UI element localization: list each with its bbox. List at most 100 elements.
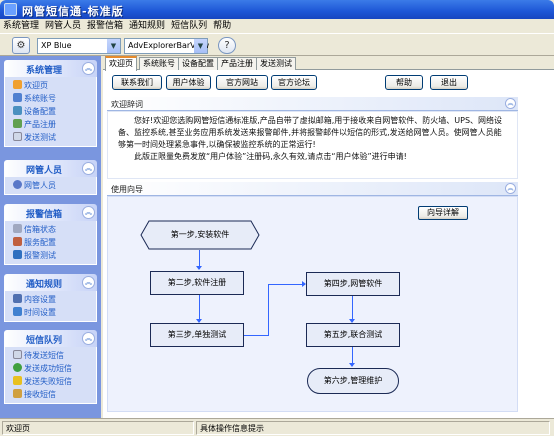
flow-step-5: 第五步,联合测试 (306, 323, 400, 347)
content-icon (13, 294, 22, 303)
flow-connector (244, 335, 268, 336)
sidebar-item-failed[interactable]: 发送失败短信 (5, 375, 96, 388)
chevron-down-icon: ▼ (194, 39, 207, 53)
send-icon (13, 132, 22, 141)
menu-notify-rules[interactable]: 通知规则 (126, 19, 168, 33)
tab-device[interactable]: 设备配置 (178, 57, 218, 70)
flow-step-3: 第三步,单独测试 (150, 323, 244, 347)
status-right: 具体操作信息提示 (196, 421, 550, 435)
flow-connector (268, 284, 269, 336)
sidebar-item-content[interactable]: 内容设置 (5, 293, 96, 306)
sidebar-item-register[interactable]: 产品注册 (5, 118, 96, 131)
status-left: 欢迎页 (2, 421, 194, 435)
tab-register[interactable]: 产品注册 (217, 57, 257, 70)
panel-notify: 通知规则 ︽ 内容设置 时间设置 (4, 274, 97, 322)
collapse-icon[interactable]: ︽ (82, 62, 95, 75)
forum-button[interactable]: 官方论坛 (271, 75, 317, 90)
panel-title: 报警信箱 (25, 210, 62, 220)
pending-icon (13, 350, 22, 359)
sidebar-item-account[interactable]: 系统账号 (5, 92, 96, 105)
menu-staff[interactable]: 网管人员 (42, 19, 84, 33)
theme-select-value: XP Blue (41, 41, 72, 50)
guide-title: 使用向导 (111, 185, 143, 194)
user-icon (13, 180, 22, 189)
account-icon (13, 93, 22, 102)
panel-title: 网管人员 (25, 166, 62, 176)
success-icon (13, 363, 22, 372)
flow-step-2: 第二步,软件注册 (150, 271, 244, 295)
collapse-icon[interactable]: ︽ (505, 98, 516, 109)
tab-account[interactable]: 系统账号 (139, 57, 179, 70)
flow-connector (199, 295, 200, 322)
toolbar: ⚙ XP Blue ▼ AdvExplorerBarView ▼ ? (0, 33, 554, 56)
panel-alarm: 报警信箱 ︽ 信箱状态 服务配置 报警测试 (4, 204, 97, 265)
theme-select[interactable]: XP Blue ▼ (37, 38, 121, 54)
menu-help[interactable]: 帮助 (210, 19, 234, 33)
sidebar-item-mailbox-status[interactable]: 信箱状态 (5, 223, 96, 236)
app-icon (4, 3, 17, 16)
arrow-down-icon (349, 363, 355, 367)
panel-title: 通知规则 (25, 280, 62, 290)
panel-header[interactable]: 网管人员 ︽ (4, 160, 97, 177)
collapse-icon[interactable]: ︽ (82, 276, 95, 289)
guide-header[interactable]: 使用向导 ︽ (107, 182, 518, 196)
trial-button[interactable]: 用户体验 (166, 75, 211, 90)
contact-button[interactable]: 联系我们 (112, 75, 162, 90)
panel-header[interactable]: 系统管理 ︽ (4, 60, 97, 77)
service-icon (13, 237, 22, 246)
arrow-down-icon (196, 266, 202, 270)
menu-sms-queue[interactable]: 短信队列 (168, 19, 210, 33)
welcome-text: 您好!欢迎您选购网管短信通标准版,产品自带了虚拟邮箱,用于接收来自网管软件、防火… (107, 111, 518, 179)
window-title: 网管短信通-标准版 (22, 5, 124, 18)
sidebar-item-success[interactable]: 发送成功短信 (5, 362, 96, 375)
help-button[interactable]: 帮助 (385, 75, 423, 90)
menu-bar: 系统管理 网管人员 报警信箱 通知规则 短信队列 帮助 (0, 19, 554, 33)
website-button[interactable]: 官方网站 (216, 75, 268, 90)
collapse-icon[interactable]: ︽ (82, 332, 95, 345)
welcome-paragraph: 此版正限量免费发放“用户体验”注册码,永久有效,请点击“用户体验”进行申请! (134, 152, 407, 161)
sidebar-item-time[interactable]: 时间设置 (5, 306, 96, 319)
tools-icon[interactable]: ⚙ (12, 37, 30, 54)
collapse-icon[interactable]: ︽ (82, 206, 95, 219)
collapse-icon[interactable]: ︽ (82, 162, 95, 175)
status-bar: 欢迎页 具体操作信息提示 (0, 418, 554, 436)
sidebar-item-staff[interactable]: 网管人员 (5, 179, 96, 192)
chevron-down-icon: ▼ (107, 39, 120, 53)
sidebar-item-device[interactable]: 设备配置 (5, 105, 96, 118)
inbox-icon (13, 389, 22, 398)
sidebar-item-pending[interactable]: 待发送短信 (5, 349, 96, 362)
welcome-title: 欢迎辞词 (111, 100, 143, 109)
tab-strip: 欢迎页 系统账号 设备配置 产品注册 发送测试 (103, 56, 554, 71)
panel-staff: 网管人员 ︽ 网管人员 (4, 160, 97, 195)
sidebar-item-service-config[interactable]: 服务配置 (5, 236, 96, 249)
sidebar-item-received[interactable]: 接收短信 (5, 388, 96, 401)
flow-step-6: 第六步,管理维护 (307, 368, 399, 394)
help-icon[interactable]: ? (218, 37, 236, 54)
tab-send-test[interactable]: 发送测试 (256, 57, 296, 70)
panel-title: 短信队列 (25, 336, 62, 346)
collapse-icon[interactable]: ︽ (505, 183, 516, 194)
home-icon (13, 80, 22, 89)
sidebar-item-welcome[interactable]: 欢迎页 (5, 79, 96, 92)
panel-title: 系统管理 (25, 66, 62, 76)
panel-header[interactable]: 短信队列 ︽ (4, 330, 97, 347)
flow-connector (268, 284, 305, 285)
register-icon (13, 119, 22, 128)
clock-icon (13, 307, 22, 316)
menu-system[interactable]: 系统管理 (0, 19, 42, 33)
tab-welcome[interactable]: 欢迎页 (105, 56, 137, 71)
guide-detail-button[interactable]: 向导详解 (418, 206, 468, 220)
sidebar-item-send-test[interactable]: 发送测试 (5, 131, 96, 144)
panel-header[interactable]: 通知规则 ︽ (4, 274, 97, 291)
style-select[interactable]: AdvExplorerBarView ▼ (124, 38, 209, 54)
welcome-paragraph: 您好!欢迎您选购网管短信通标准版,产品自带了虚拟邮箱,用于接收来自网管软件、防火… (118, 116, 503, 149)
panel-header[interactable]: 报警信箱 ︽ (4, 204, 97, 221)
panel-system: 系统管理 ︽ 欢迎页 系统账号 设备配置 产品注册 发送测试 (4, 60, 97, 147)
warning-icon (13, 376, 22, 385)
flow-step-1: 第一步,安装软件 (170, 230, 230, 239)
exit-button[interactable]: 退出 (430, 75, 468, 90)
welcome-header[interactable]: 欢迎辞词 ︽ (107, 97, 518, 111)
sidebar-item-alarm-test[interactable]: 报警测试 (5, 249, 96, 262)
menu-alarm-mailbox[interactable]: 报警信箱 (84, 19, 126, 33)
device-icon (13, 106, 22, 115)
